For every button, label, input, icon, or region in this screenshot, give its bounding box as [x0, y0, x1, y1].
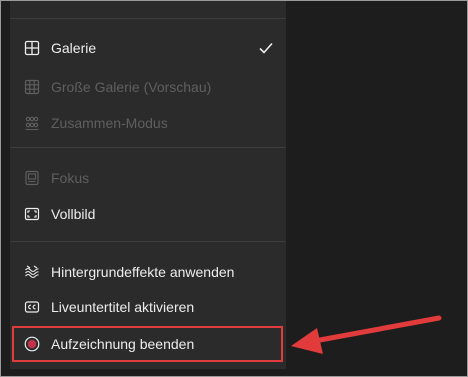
- menu-divider: [10, 147, 286, 148]
- menu-item-live-captions[interactable]: Liveuntertitel aktivieren: [10, 291, 286, 323]
- menu-item-label: Zusammen-Modus: [51, 115, 168, 131]
- people-group-icon: [23, 114, 41, 132]
- focus-icon: [23, 169, 41, 187]
- grid-icon: [23, 39, 41, 57]
- view-options-menu: Galerie Große Galerie (Vorschau) Zusamme…: [10, 1, 286, 369]
- menu-item-together-mode: Zusammen-Modus: [10, 107, 286, 139]
- fullscreen-icon: [23, 205, 41, 223]
- large-grid-icon: [23, 78, 41, 96]
- menu-item-large-gallery: Große Galerie (Vorschau): [10, 71, 286, 103]
- closed-captions-icon: [23, 298, 41, 316]
- checkmark-icon: [259, 42, 273, 54]
- menu-divider: [10, 241, 286, 242]
- menu-item-label: Vollbild: [51, 206, 96, 222]
- menu-item-gallery[interactable]: Galerie: [10, 32, 286, 64]
- menu-item-label: Hintergrundeffekte anwenden: [51, 264, 235, 280]
- screenshot-frame: Galerie Große Galerie (Vorschau) Zusamme…: [0, 0, 468, 377]
- menu-item-label: Liveuntertitel aktivieren: [51, 299, 195, 315]
- menu-item-background-effects[interactable]: Hintergrundeffekte anwenden: [10, 256, 286, 288]
- highlight-box: [12, 326, 283, 362]
- annotation-arrow-icon: [291, 315, 442, 354]
- menu-item-fullscreen[interactable]: Vollbild: [10, 198, 286, 230]
- menu-item-label: Große Galerie (Vorschau): [51, 79, 212, 95]
- background-effects-icon: [23, 263, 41, 281]
- menu-item-label: Fokus: [51, 170, 90, 186]
- menu-item-label: Galerie: [51, 40, 97, 56]
- menu-item-focus: Fokus: [10, 162, 286, 194]
- menu-top-divider: [10, 18, 286, 19]
